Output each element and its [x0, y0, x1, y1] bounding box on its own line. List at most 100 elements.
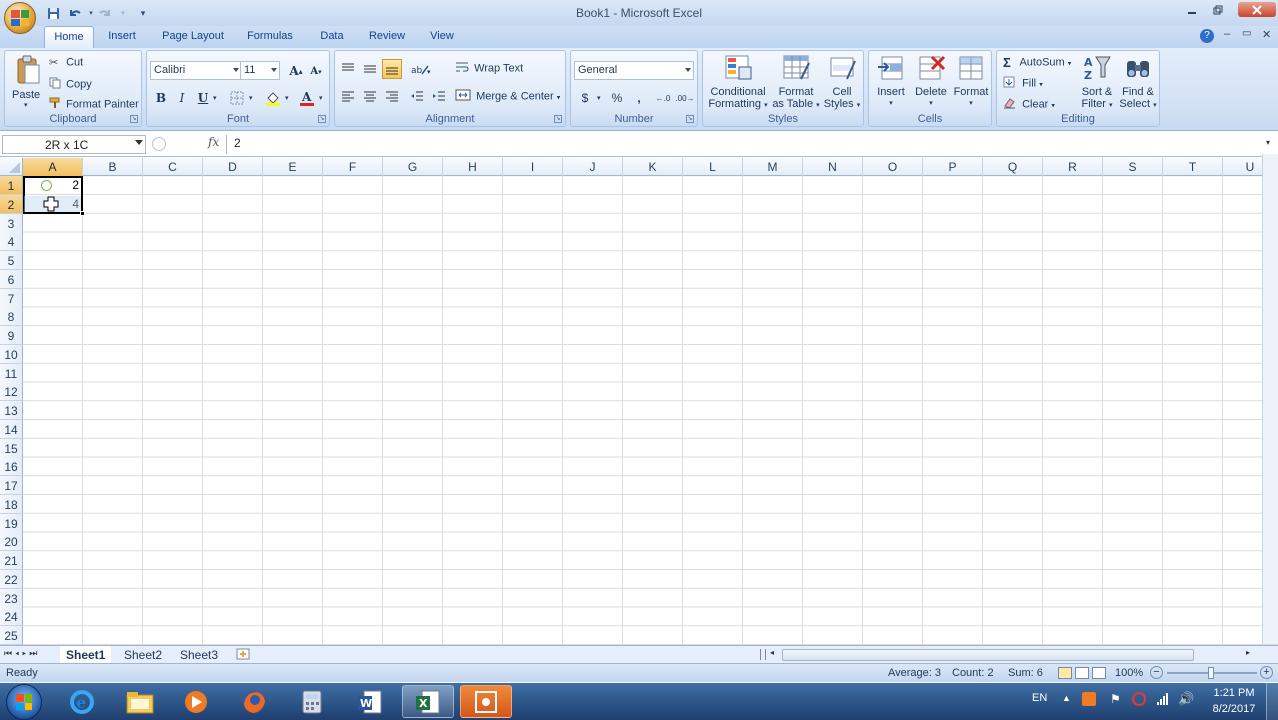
page-layout-view-icon[interactable]: [1075, 667, 1089, 679]
underline-dropdown-icon[interactable]: ▾: [213, 94, 217, 102]
shrink-font-icon[interactable]: A ▾: [306, 61, 326, 81]
close-icon[interactable]: [1238, 2, 1276, 17]
column-header-q[interactable]: Q: [983, 158, 1043, 176]
merge-center-button[interactable]: Merge & Center ▾: [455, 89, 560, 104]
zoom-level[interactable]: 100%: [1115, 667, 1143, 679]
borders-icon[interactable]: [227, 88, 247, 108]
zoom-out-icon[interactable]: −: [1150, 666, 1163, 679]
conditional-formatting-button[interactable]: Conditional Formatting ▾: [706, 53, 770, 115]
row-header-5[interactable]: 5: [0, 251, 23, 270]
column-header-f[interactable]: F: [323, 158, 383, 176]
grow-font-icon[interactable]: A ▴: [286, 61, 306, 81]
tab-home[interactable]: Home: [44, 26, 94, 48]
file-explorer-icon[interactable]: [114, 685, 166, 718]
delete-cells-button[interactable]: Delete ▾: [911, 53, 951, 115]
zoom-slider-thumb[interactable]: [1208, 667, 1214, 679]
row-header-22[interactable]: 22: [0, 569, 23, 589]
decrease-decimal-icon[interactable]: .00→: [675, 88, 695, 108]
row-header-9[interactable]: 9: [0, 326, 23, 345]
fill-color-icon[interactable]: [263, 88, 283, 108]
number-format-combo[interactable]: General: [574, 61, 694, 80]
currency-button[interactable]: $: [575, 88, 595, 108]
column-header-g[interactable]: G: [383, 158, 443, 176]
row-header-17[interactable]: 17: [0, 476, 23, 495]
normal-view-icon[interactable]: [1058, 667, 1072, 679]
font-name-combo[interactable]: Calibri: [150, 61, 242, 80]
number-launcher-icon[interactable]: ↘: [686, 115, 694, 123]
calculator-icon[interactable]: [286, 685, 338, 718]
row-header-12[interactable]: 12: [0, 382, 23, 402]
insert-sheet-icon[interactable]: [234, 647, 252, 662]
sheet-tab-3[interactable]: Sheet3: [174, 646, 224, 663]
fill-color-dropdown-icon[interactable]: ▾: [285, 94, 289, 102]
name-box-dropdown-icon[interactable]: [135, 140, 143, 145]
row-header-19[interactable]: 19: [0, 513, 23, 533]
tab-insert[interactable]: Insert: [100, 26, 144, 48]
tab-page-layout[interactable]: Page Layout: [156, 26, 230, 48]
tab-view[interactable]: View: [420, 26, 464, 48]
vertical-scrollbar[interactable]: [1262, 154, 1278, 644]
show-hidden-icons-icon[interactable]: ▲: [1062, 693, 1071, 703]
font-color-dropdown-icon[interactable]: ▾: [319, 94, 323, 102]
cell-grid[interactable]: 2 4: [23, 176, 1278, 645]
sheet-tab-1[interactable]: Sheet1: [60, 646, 112, 663]
help-icon[interactable]: ?: [1200, 29, 1214, 43]
formula-bar-handle-icon[interactable]: [152, 137, 166, 151]
save-icon[interactable]: [44, 4, 62, 22]
format-painter-button[interactable]: Format Painter: [49, 97, 139, 112]
minimize-icon[interactable]: [1180, 2, 1204, 17]
row-header-3[interactable]: 3: [0, 213, 23, 233]
increase-decimal-icon[interactable]: ←.0: [653, 88, 673, 108]
row-header-11[interactable]: 11: [0, 363, 23, 383]
column-header-m[interactable]: M: [743, 158, 803, 176]
row-header-20[interactable]: 20: [0, 532, 23, 552]
row-header-24[interactable]: 24: [0, 607, 23, 627]
row-header-14[interactable]: 14: [0, 419, 23, 439]
orientation-icon[interactable]: ab ▾: [407, 59, 435, 79]
scroll-right-icon[interactable]: ▸: [1246, 648, 1250, 657]
row-header-21[interactable]: 21: [0, 551, 23, 570]
office-button-icon[interactable]: [4, 2, 36, 34]
align-center-icon[interactable]: [360, 87, 380, 107]
customize-qat-icon[interactable]: ▾: [134, 4, 152, 22]
column-header-n[interactable]: N: [803, 158, 863, 176]
sheet-tab-2[interactable]: Sheet2: [118, 646, 168, 663]
column-header-h[interactable]: H: [443, 158, 503, 176]
column-header-b[interactable]: B: [83, 158, 143, 176]
row-header-8[interactable]: 8: [0, 307, 23, 327]
autosum-button[interactable]: Σ AutoSum ▾: [1003, 55, 1071, 70]
tray-recorder-icon[interactable]: [1082, 692, 1096, 706]
start-button-icon[interactable]: [6, 684, 42, 720]
font-launcher-icon[interactable]: ↘: [318, 115, 326, 123]
format-cells-button[interactable]: Format ▾: [951, 53, 991, 115]
media-player-icon[interactable]: [170, 685, 222, 718]
redo-icon[interactable]: [96, 4, 114, 22]
recorder-app-icon[interactable]: [460, 685, 512, 718]
decrease-indent-icon[interactable]: [407, 87, 427, 107]
ribbon-minimize-icon[interactable]: –: [1224, 28, 1230, 40]
workbook-restore-icon[interactable]: ▭: [1242, 28, 1251, 39]
internet-explorer-icon[interactable]: e: [56, 685, 108, 718]
row-header-23[interactable]: 23: [0, 588, 23, 608]
column-header-o[interactable]: O: [863, 158, 923, 176]
paste-button[interactable]: Paste ▾: [9, 53, 45, 113]
fill-button[interactable]: Fill ▾: [1003, 76, 1043, 91]
column-header-a[interactable]: A: [23, 158, 83, 176]
row-header-13[interactable]: 13: [0, 401, 23, 420]
redo-dropdown-icon[interactable]: ▾: [114, 4, 132, 22]
underline-button[interactable]: U: [193, 88, 213, 108]
excel-icon[interactable]: X: [402, 685, 454, 718]
borders-dropdown-icon[interactable]: ▾: [249, 94, 253, 102]
column-header-j[interactable]: J: [563, 158, 623, 176]
firefox-icon[interactable]: [228, 685, 280, 718]
clock-time[interactable]: 1:21 PM: [1212, 687, 1256, 699]
clipboard-launcher-icon[interactable]: ↘: [130, 115, 138, 123]
row-header-1[interactable]: 1: [0, 176, 23, 195]
horizontal-scrollbar-thumb[interactable]: [782, 649, 1194, 661]
column-header-r[interactable]: R: [1043, 158, 1103, 176]
align-right-icon[interactable]: [382, 87, 402, 107]
font-color-icon[interactable]: A: [297, 88, 317, 108]
wrap-text-button[interactable]: Wrap Text: [455, 61, 523, 76]
column-header-d[interactable]: D: [203, 158, 263, 176]
scroll-left-icon[interactable]: ◂: [770, 648, 774, 657]
